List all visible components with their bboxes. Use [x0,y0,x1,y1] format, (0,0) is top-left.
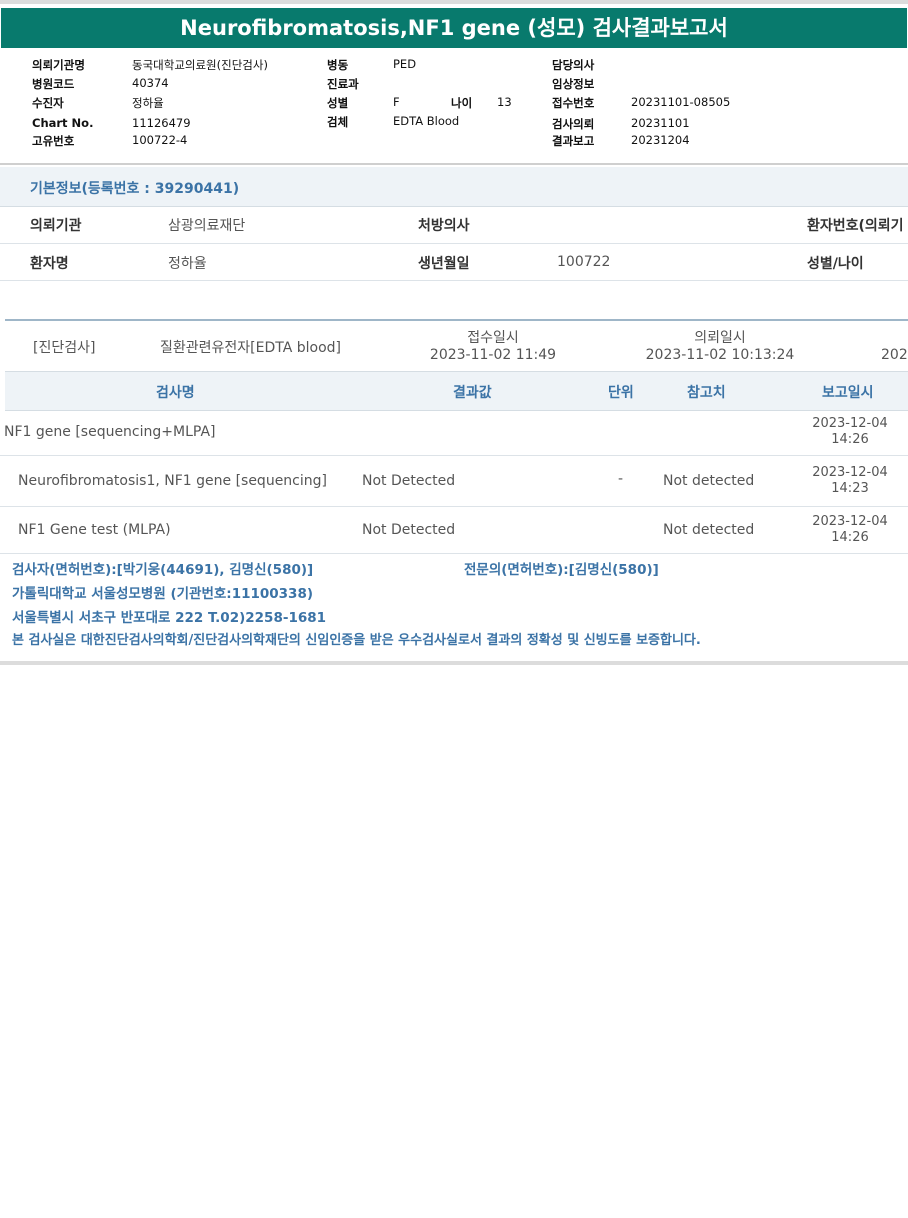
test-name: NF1 Gene test (MLPA) [18,522,171,538]
test-group: 질환관련유전자[EDTA blood] [160,340,341,356]
result-value: Not Detected [362,522,456,538]
header-label: 성별 [327,96,349,110]
header-label: 병원코드 [32,77,75,91]
basic-label: 환자명 [30,256,69,272]
col-unit: 단위 [608,385,634,401]
order-section-divider [5,319,908,321]
header-value: 20231204 [631,133,690,147]
header-label: Chart No. [32,116,94,130]
test-name: Neurofibromatosis1, NF1 gene [sequencing… [18,473,327,489]
col-result: 결과값 [453,385,492,401]
result-value: Not Detected [362,473,456,489]
age-value: 13 [497,95,512,109]
top-divider [0,0,908,4]
report-time: 14:26 [831,432,869,447]
report-datetime: 2023-12-04 14:26 [805,416,895,448]
basic-label: 환자번호(의뢰기 [807,218,904,234]
report-time: 14:26 [831,530,869,545]
bottom-divider [0,661,908,665]
header-label: 고유번호 [32,134,75,148]
cut-off-value: 202 [881,347,908,363]
col-report-date: 보고일시 [822,385,874,401]
report-datetime: 2023-12-04 14:23 [805,465,895,497]
hospital-info: 가톨릭대학교 서울성모병원 (기관번호:11100338) [12,586,314,602]
header-value: 동국대학교의료원(진단검사) [132,58,268,72]
row-divider [0,553,908,554]
header-label: 진료과 [327,77,359,91]
requested-label: 의뢰일시 [694,330,746,346]
test-name: NF1 gene [sequencing+MLPA] [4,424,216,440]
basic-value: 100722 [557,254,611,270]
header-label: 검체 [327,115,349,129]
basic-label: 의뢰기관 [30,218,82,234]
basic-info-header: 기본정보(등록번호 : 39290441) [0,167,908,207]
row-divider [0,455,908,456]
age-label: 나이 [451,96,473,110]
basic-label: 성별/나이 [807,256,864,272]
header-label: 접수번호 [552,96,595,110]
reference-value: Not detected [663,522,755,538]
examiner-info: 검사자(면허번호):[박기웅(44691), 김명신(580)] [12,562,314,578]
header-label: 임상정보 [552,77,595,91]
address-info: 서울특별시 서초구 반포대로 222 T.02)2258-1681 [12,610,327,626]
header-label: 수진자 [32,96,64,110]
header-value: 100722-4 [132,133,188,147]
header-value: F [393,95,400,109]
basic-info-title: 기본정보(등록번호 : 39290441) [30,181,240,197]
specialist-info: 전문의(면허번호):[김명신(580)] [464,562,659,578]
header-value: 11126479 [132,116,191,130]
header-label: 결과보고 [552,134,595,148]
header-label: 담당의사 [552,58,595,72]
reference-value: Not detected [663,473,755,489]
basic-value: 삼광의료재단 [168,218,246,234]
row-divider [0,280,908,281]
report-date: 2023-12-04 [812,416,888,431]
requested-datetime: 2023-11-02 10:13:24 [645,347,795,363]
results-table-header: 검사명 결과값 단위 참고치 보고일시 [5,371,908,411]
basic-label: 생년월일 [418,256,470,272]
header-label: 검사의뢰 [552,117,595,131]
report-title: Neurofibromatosis,NF1 gene (성모) 검사결과보고서 [1,8,907,48]
row-divider [0,506,908,507]
header-label: 병동 [327,58,349,72]
col-reference: 참고치 [687,385,726,401]
received-datetime: 2023-11-02 11:49 [429,347,557,363]
col-test-name: 검사명 [156,385,195,401]
header-value: 40374 [132,76,169,90]
header-value: 20231101 [631,116,690,130]
report-datetime: 2023-12-04 14:26 [805,514,895,546]
unit-value: - [618,471,624,487]
header-value: PED [393,57,417,71]
header-value: 정하율 [132,96,164,110]
report-date: 2023-12-04 [812,514,888,529]
header-divider [0,163,908,165]
header-value: 20231101-08505 [631,95,731,109]
basic-value: 정하율 [168,256,207,272]
header-value: EDTA Blood [393,114,460,128]
report-time: 14:23 [831,481,869,496]
received-label: 접수일시 [467,330,519,346]
basic-label: 처방의사 [418,218,470,234]
report-date: 2023-12-04 [812,465,888,480]
test-category: [진단검사] [33,340,96,356]
certification-statement: 본 검사실은 대한진단검사의학회/진단검사의학재단의 신임인증을 받은 우수검사… [12,633,701,648]
header-label: 의뢰기관명 [32,58,85,72]
row-divider [0,243,908,244]
